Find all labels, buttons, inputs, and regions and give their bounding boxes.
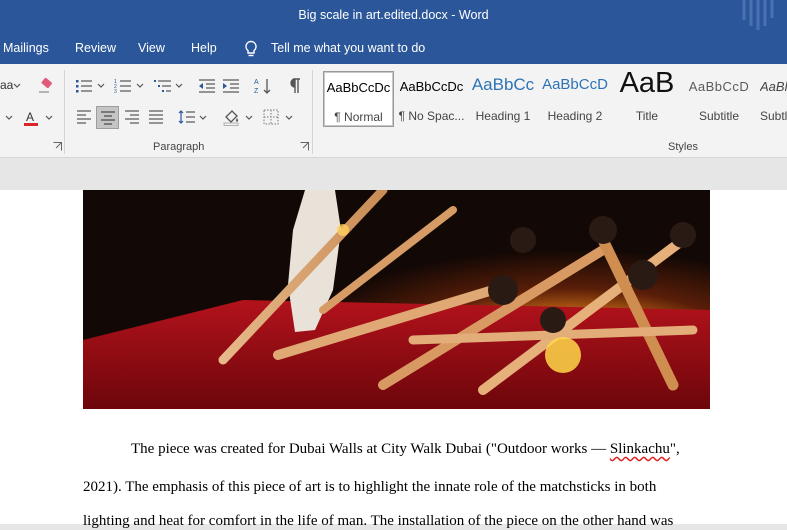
show-formatting-marks-icon[interactable] bbox=[284, 76, 304, 96]
align-left-icon[interactable] bbox=[74, 107, 94, 127]
style-heading-1[interactable]: AaBbCc Heading 1 bbox=[469, 71, 537, 127]
matchstick-art-photo[interactable] bbox=[83, 190, 710, 409]
paragraph-group-label: Paragraph bbox=[153, 141, 205, 153]
chevron-down-icon[interactable] bbox=[5, 115, 13, 121]
tell-me-search[interactable]: Tell me what you want to do bbox=[271, 41, 425, 55]
style-name: ¶ Normal bbox=[334, 110, 383, 124]
style-name: Subtl bbox=[760, 109, 787, 123]
styles-group-label: Styles bbox=[668, 141, 698, 153]
lightbulb-icon[interactable] bbox=[243, 40, 259, 58]
line-spacing-icon[interactable] bbox=[177, 107, 197, 127]
justify-icon[interactable] bbox=[146, 107, 166, 127]
chevron-down-icon[interactable] bbox=[285, 115, 293, 121]
style-preview: AaBbCcDc bbox=[326, 80, 391, 95]
borders-icon[interactable] bbox=[261, 107, 281, 127]
style-preview: AaBbCcDc bbox=[399, 79, 464, 94]
ruler-area bbox=[0, 158, 787, 190]
style-subtitle[interactable]: AaBbCcD Subtitle bbox=[684, 71, 754, 127]
font-color-icon[interactable]: A bbox=[21, 108, 41, 128]
style-preview: AaBl bbox=[760, 79, 787, 94]
paragraph-dialog-launcher-icon[interactable] bbox=[300, 142, 309, 151]
sort-icon[interactable]: AZ bbox=[253, 76, 273, 96]
svg-text:Z: Z bbox=[254, 88, 259, 95]
style-normal[interactable]: AaBbCcDc ¶ Normal bbox=[323, 71, 394, 127]
style-subtle-emphasis[interactable]: AaBl Subtl bbox=[756, 71, 787, 127]
clear-formatting-icon[interactable] bbox=[36, 75, 56, 95]
chevron-down-icon[interactable] bbox=[245, 115, 253, 121]
multilevel-list-icon[interactable] bbox=[153, 76, 173, 96]
misspelled-word[interactable]: Slinkachu bbox=[610, 441, 670, 457]
style-name: Title bbox=[635, 109, 659, 123]
decrease-indent-icon[interactable] bbox=[197, 76, 217, 96]
align-center-icon[interactable] bbox=[96, 106, 119, 129]
text-run: ", bbox=[669, 441, 680, 457]
paragraph-line: The piece was created for Dubai Walls at… bbox=[83, 441, 707, 458]
style-name: Heading 1 bbox=[475, 109, 531, 123]
document-page[interactable]: The piece was created for Dubai Walls at… bbox=[0, 190, 787, 529]
tab-mailings[interactable]: Mailings bbox=[3, 41, 49, 55]
separator bbox=[312, 70, 313, 154]
style-preview: AaBbCc bbox=[471, 75, 535, 94]
style-preview: AaBbCcD bbox=[688, 79, 750, 94]
font-size-partial[interactable]: aa bbox=[0, 78, 13, 92]
svg-text:3: 3 bbox=[114, 89, 117, 94]
tab-review[interactable]: Review bbox=[75, 41, 116, 55]
window-title: Big scale in art.edited.docx - Word bbox=[298, 8, 489, 22]
style-preview: AaBbCcD bbox=[542, 76, 608, 93]
chevron-down-icon[interactable] bbox=[199, 115, 207, 121]
style-no-spacing[interactable]: AaBbCcDc ¶ No Spac... bbox=[397, 71, 466, 127]
chevron-down-icon[interactable] bbox=[45, 115, 53, 121]
align-right-icon[interactable] bbox=[122, 107, 142, 127]
font-dialog-launcher-icon[interactable] bbox=[53, 142, 62, 151]
svg-text:A: A bbox=[26, 110, 34, 124]
chevron-down-icon[interactable] bbox=[175, 83, 183, 89]
increase-indent-icon[interactable] bbox=[221, 76, 241, 96]
title-bar: Big scale in art.edited.docx - Word bbox=[0, 0, 787, 34]
ribbon-tabs: Mailings Review View Help Tell me what y… bbox=[0, 34, 787, 64]
style-preview: AaB bbox=[619, 71, 675, 99]
shading-icon[interactable] bbox=[222, 107, 242, 127]
bullets-icon[interactable] bbox=[74, 76, 94, 96]
ribbon: aa A 123 AZ Paragraph AaBbCcDc ¶ Normal … bbox=[0, 64, 787, 158]
style-name: ¶ No Spac... bbox=[398, 109, 465, 123]
paragraph-line: lighting and heat for comfort in the lif… bbox=[83, 513, 674, 529]
style-name: Subtitle bbox=[698, 109, 740, 123]
text-run: The piece was created for Dubai Walls at… bbox=[131, 441, 610, 457]
style-name: Heading 2 bbox=[547, 109, 603, 123]
chevron-down-icon[interactable] bbox=[13, 83, 21, 89]
numbering-icon[interactable]: 123 bbox=[113, 76, 133, 96]
paragraph-line: 2021). The emphasis of this piece of art… bbox=[83, 479, 657, 495]
window-decoration-icon bbox=[742, 0, 774, 30]
tab-view[interactable]: View bbox=[138, 41, 165, 55]
chevron-down-icon[interactable] bbox=[97, 83, 105, 89]
chevron-down-icon[interactable] bbox=[136, 83, 144, 89]
tab-help[interactable]: Help bbox=[191, 41, 217, 55]
separator bbox=[64, 70, 65, 154]
style-title[interactable]: AaB Title bbox=[613, 71, 681, 127]
svg-text:A: A bbox=[254, 79, 259, 86]
style-heading-2[interactable]: AaBbCcD Heading 2 bbox=[540, 71, 610, 127]
